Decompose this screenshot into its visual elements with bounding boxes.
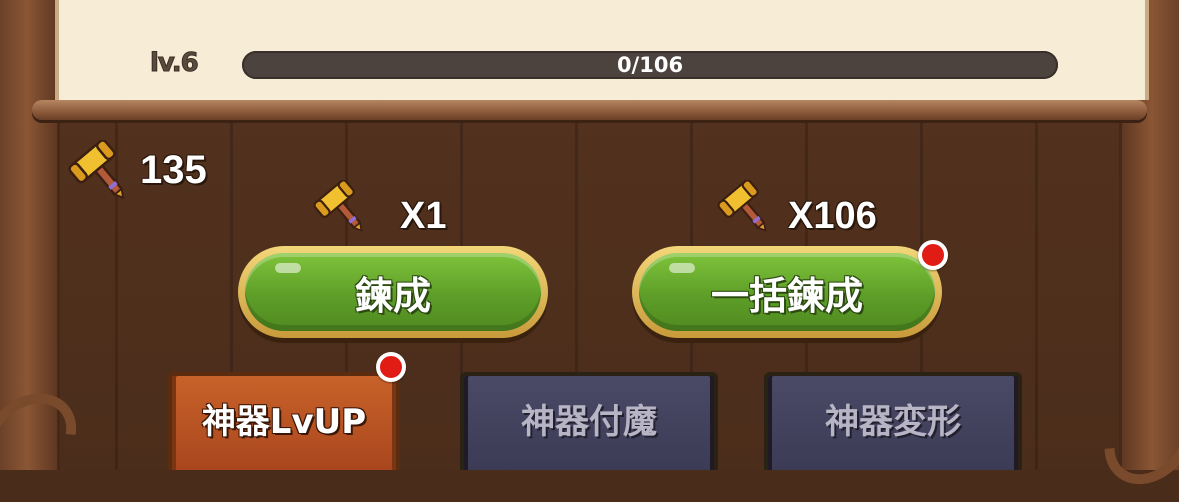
bulk-craft-cost-label: X106 [788,195,877,237]
hammer-icon [313,180,363,232]
bulk-craft-button-label: 一括鍊成 [710,273,863,318]
craft-button-label: 鍊成 [354,273,431,318]
craft-button[interactable]: 鍊成 [238,246,548,338]
bulk-craft-button-face: 一括鍊成 [639,253,935,331]
button-shine [275,263,301,273]
hammer-icon [68,140,125,200]
exp-progress-text: 0/106 [616,53,684,77]
craft-button-face: 鍊成 [245,253,541,331]
panel-shelf-divider [32,100,1147,120]
button-shine [669,263,695,273]
tab-artifact-lvup-label: 神器LvUP [201,402,367,442]
tab-artifact-lvup[interactable]: 神器LvUP [168,372,400,470]
hammer-icon [717,180,767,232]
bulk-craft-button[interactable]: 一括鍊成 [632,246,942,338]
tab-lvup-notification-dot [376,352,406,382]
owned-hammer-count: 135 [140,148,207,192]
level-label: lv.6 [150,48,200,79]
tab-artifact-transform-label: 神器変形 [825,402,961,442]
craft-cost-label: X1 [400,195,447,237]
tab-artifact-enchant[interactable]: 神器付魔 [460,372,718,470]
tab-artifact-enchant-label: 神器付魔 [521,402,657,442]
exp-progress-bar: 0/106 [242,51,1058,79]
tab-artifact-transform[interactable]: 神器変形 [764,372,1022,470]
bulk-craft-notification-dot [918,240,948,270]
upgrade-info-panel [55,0,1149,100]
